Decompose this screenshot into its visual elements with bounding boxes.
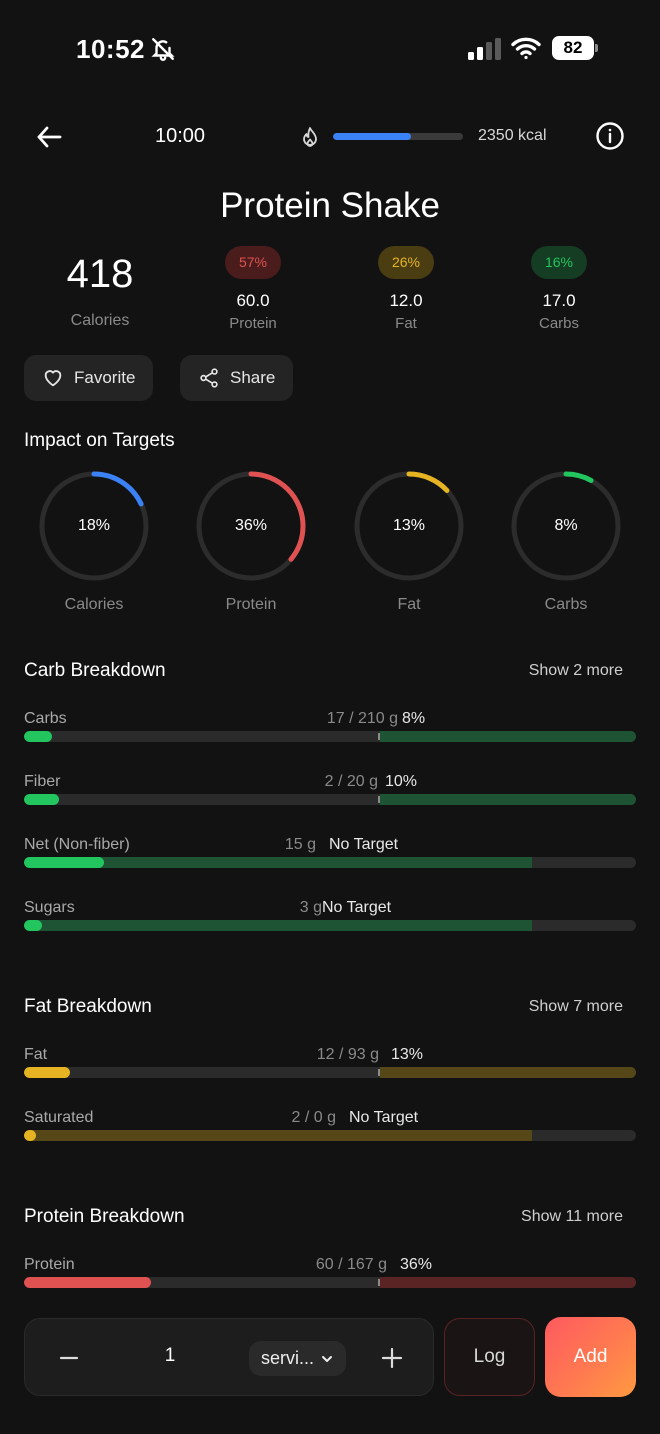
nutrient-bar	[24, 920, 636, 931]
signal-icon	[468, 38, 501, 60]
flame-icon	[303, 127, 317, 147]
nutrient-row-fiber: Fiber 2 / 20 g 10%	[24, 773, 636, 813]
battery-icon: 82	[552, 36, 598, 60]
carb-show-more-button[interactable]: Show 2 more	[529, 662, 623, 680]
ring-label: Calories	[64, 596, 124, 613]
nutrient-bar	[24, 1277, 636, 1288]
nutrient-target: 8%	[402, 710, 426, 727]
nutrient-target: No Target	[329, 836, 399, 853]
nutrient-row-carbs: Carbs 17 / 210 g 8%	[24, 710, 636, 750]
heart-icon	[44, 370, 62, 387]
protein-show-more-button[interactable]: Show 11 more	[521, 1208, 623, 1226]
nutrient-name: Carbs	[24, 710, 67, 727]
macro-carbs: 16% 17.0 Carbs	[504, 246, 614, 332]
ring-percent: 8%	[554, 517, 578, 534]
unit-select[interactable]: servi...	[249, 1341, 347, 1376]
nutrient-target: No Target	[349, 1109, 419, 1126]
fat-show-more-button[interactable]: Show 7 more	[529, 998, 623, 1016]
minus-icon[interactable]	[59, 1345, 79, 1371]
ring-percent: 36%	[234, 517, 268, 534]
nutrient-name: Fiber	[24, 773, 61, 790]
nutrient-amount: 3 g	[299, 899, 322, 916]
log-button[interactable]: Log	[444, 1318, 535, 1396]
nutrient-name: Net (Non-fiber)	[24, 836, 130, 853]
ring-percent: 13%	[392, 517, 426, 534]
arrow-left-icon[interactable]	[34, 122, 64, 152]
nutrient-amount: 60 / 167 g	[315, 1256, 387, 1273]
calorie-progress-fill	[333, 133, 411, 140]
quantity-value[interactable]: 1	[155, 1345, 185, 1367]
nutrient-row-saturated: Saturated 2 / 0 g No Target	[24, 1109, 636, 1149]
calories-value: 418	[66, 252, 134, 296]
macro-value: 12.0	[389, 291, 423, 310]
status-bar: 10:52 82	[0, 0, 660, 96]
ring-label: Protein	[225, 596, 277, 613]
macro-value: 60.0	[236, 291, 270, 310]
nutrient-row-protein: Protein 60 / 167 g 36%	[24, 1256, 636, 1296]
bell-slash-icon	[151, 38, 175, 61]
nutrient-amount: 12 / 93 g	[316, 1046, 379, 1063]
info-icon[interactable]	[595, 121, 625, 151]
chevron-down-icon	[322, 1355, 333, 1362]
ring-fat: 13%	[353, 470, 465, 582]
carb-breakdown-title: Carb Breakdown	[24, 660, 166, 681]
battery-level: 82	[552, 36, 594, 60]
nutrient-bar	[24, 1067, 636, 1078]
nutrient-name: Saturated	[24, 1109, 94, 1126]
nutrient-name: Protein	[24, 1256, 75, 1273]
nutrient-row-net-carbs: Net (Non-fiber) 15 g No Target	[24, 836, 636, 876]
fat-breakdown-title: Fat Breakdown	[24, 996, 152, 1017]
header: 10:00 2350 kcal	[0, 110, 660, 164]
macro-value: 17.0	[542, 291, 576, 310]
calories-label: Calories	[70, 312, 130, 329]
nutrient-target: No Target	[322, 899, 392, 916]
nutrient-row-sugars: Sugars 3 g No Target	[24, 899, 636, 939]
add-button[interactable]: Add	[545, 1317, 636, 1397]
ring-percent: 18%	[77, 517, 111, 534]
ring-calories: 18%	[38, 470, 150, 582]
ring-protein: 36%	[195, 470, 307, 582]
share-label: Share	[230, 368, 276, 387]
share-button[interactable]: Share	[180, 355, 294, 401]
nutrient-name: Fat	[24, 1046, 48, 1063]
nutrient-target: 36%	[400, 1256, 433, 1273]
unit-label: servi...	[261, 1348, 315, 1368]
nutrient-amount: 15 g	[284, 836, 316, 853]
macro-percent-badge: 16%	[530, 246, 588, 279]
favorite-label: Favorite	[74, 368, 136, 387]
macro-percent-badge: 57%	[224, 246, 282, 279]
share-icon	[200, 368, 218, 388]
macro-protein: 57% 60.0 Protein	[198, 246, 308, 332]
nutrient-bar	[24, 1130, 636, 1141]
nutrient-amount: 2 / 0 g	[291, 1109, 336, 1126]
nutrient-name: Sugars	[24, 899, 75, 916]
nutrient-bar	[24, 731, 636, 742]
calorie-target: 2350 kcal	[478, 127, 547, 144]
food-title: Protein Shake	[220, 186, 440, 225]
nutrient-amount: 17 / 210 g	[326, 710, 398, 727]
favorite-button[interactable]: Favorite	[24, 355, 154, 401]
ring-label: Fat	[397, 596, 421, 613]
macro-percent-badge: 26%	[377, 246, 435, 279]
macro-fat: 26% 12.0 Fat	[351, 246, 461, 332]
nutrient-bar	[24, 794, 636, 805]
protein-breakdown-title: Protein Breakdown	[24, 1206, 185, 1227]
nutrient-bar	[24, 857, 636, 868]
plus-icon[interactable]	[381, 1347, 403, 1369]
macro-label: Fat	[395, 315, 417, 332]
nutrient-row-fat: Fat 12 / 93 g 13%	[24, 1046, 636, 1086]
nutrient-amount: 2 / 20 g	[324, 773, 378, 790]
nutrient-target: 13%	[391, 1046, 424, 1063]
ring-label: Carbs	[544, 596, 588, 613]
ring-carbs: 8%	[510, 470, 622, 582]
wifi-icon	[511, 37, 541, 60]
impact-title: Impact on Targets	[24, 430, 175, 451]
calorie-progress-bar	[333, 133, 463, 140]
quantity-stepper: 1 servi...	[24, 1318, 434, 1396]
status-time: 10:52	[76, 34, 145, 64]
macro-label: Carbs	[538, 315, 579, 332]
macro-label: Protein	[229, 315, 277, 332]
header-time[interactable]: 10:00	[155, 125, 205, 148]
nutrient-target: 10%	[385, 773, 418, 790]
